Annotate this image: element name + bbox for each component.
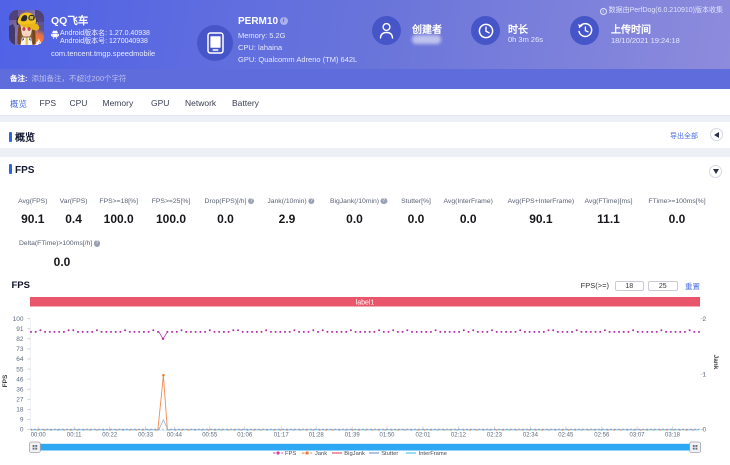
svg-text:01:06: 01:06 [237,433,253,439]
svg-text:100: 100 [13,316,24,323]
svg-text:01:28: 01:28 [309,433,325,439]
svg-text:label1: label1 [356,299,375,306]
svg-text:03:18: 03:18 [665,433,681,439]
svg-text:02:34: 02:34 [523,433,539,439]
svg-text:91: 91 [16,326,24,333]
svg-text:00:55: 00:55 [202,433,218,439]
svg-text:00:11: 00:11 [67,433,82,439]
svg-text:Jank: Jank [712,355,719,370]
svg-text:27: 27 [16,397,24,404]
svg-text:03:07: 03:07 [629,433,645,439]
svg-text:46: 46 [16,376,24,383]
svg-text:01:39: 01:39 [345,433,361,439]
svg-text:00:44: 00:44 [167,433,183,439]
svg-text:36: 36 [16,386,24,393]
svg-text:FPS: FPS [2,374,9,387]
svg-text:01:50: 01:50 [379,433,395,439]
svg-text:0: 0 [20,427,24,434]
svg-text:55: 55 [16,366,24,373]
svg-text:02:56: 02:56 [594,433,610,439]
svg-text:02:01: 02:01 [415,433,431,439]
svg-text:18: 18 [16,407,24,414]
svg-text:1: 1 [703,371,707,378]
svg-text:9: 9 [20,417,24,424]
svg-text:01:17: 01:17 [274,433,290,439]
svg-text:02:45: 02:45 [558,433,574,439]
svg-text:00:00: 00:00 [31,433,47,439]
svg-text:02:23: 02:23 [487,433,503,439]
svg-text:2: 2 [703,316,707,323]
svg-text:02:12: 02:12 [451,433,467,439]
svg-text:64: 64 [16,356,24,363]
svg-text:73: 73 [16,346,24,353]
svg-text:82: 82 [16,336,24,343]
svg-text:00:33: 00:33 [138,433,154,439]
svg-text:0: 0 [703,427,707,434]
svg-text:00:22: 00:22 [102,433,118,439]
